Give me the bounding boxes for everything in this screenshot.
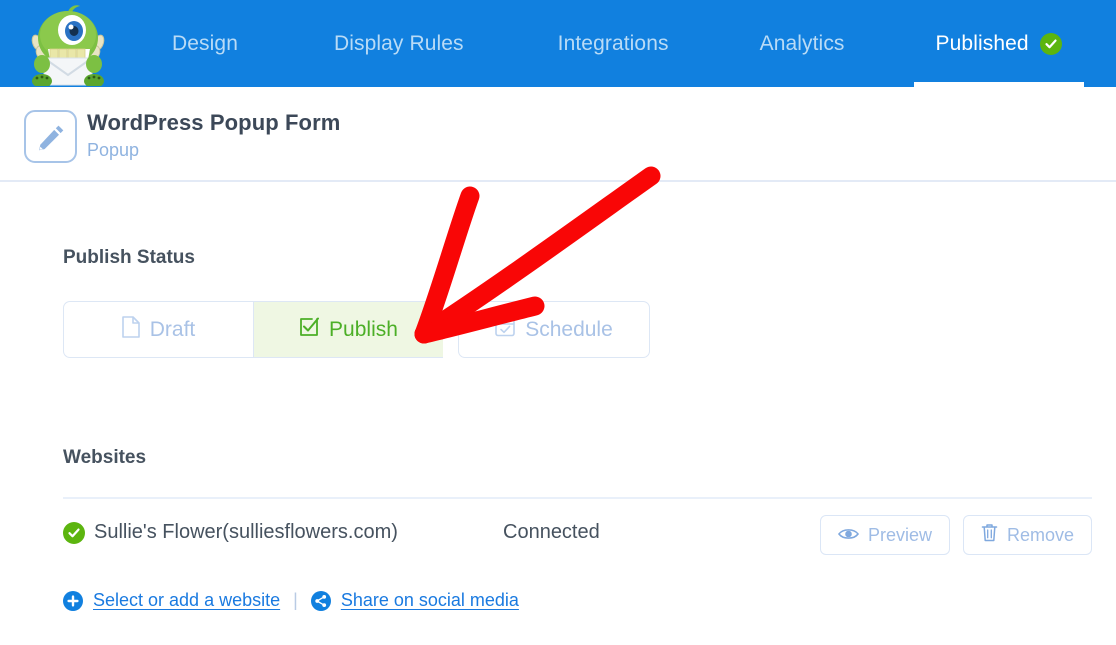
select-or-add-website-label: Select or add a website <box>93 590 280 611</box>
main-nav: Design Display Rules Integrations Analyt… <box>150 0 1084 87</box>
publish-status-option-draft[interactable]: Draft <box>63 301 253 358</box>
row-actions: Preview Remove <box>820 515 1092 555</box>
remove-button-label: Remove <box>1007 525 1074 546</box>
calendar-check-icon <box>495 316 515 343</box>
table-row: Sullie's Flower(sulliesflowers.com) Conn… <box>63 515 1092 555</box>
top-navigation-bar: Design Display Rules Integrations Analyt… <box>0 0 1116 87</box>
checked-box-icon <box>299 317 319 343</box>
website-links: Select or add a website | Share on socia… <box>63 590 519 611</box>
nav-tab-label: Design <box>172 32 238 56</box>
nav-tab-label: Published <box>936 32 1029 56</box>
share-on-social-media-link[interactable]: Share on social media <box>311 590 519 611</box>
share-circle-icon <box>311 591 331 611</box>
publish-status-option-label: Draft <box>150 318 196 342</box>
publish-status-option-label: Schedule <box>525 318 613 342</box>
status-badge: Connected <box>503 521 600 544</box>
plus-circle-icon <box>63 591 83 611</box>
document-icon <box>122 316 140 344</box>
check-circle-icon <box>1040 33 1062 55</box>
publish-status-option-schedule[interactable]: Schedule <box>458 301 650 358</box>
publish-status-segmented-control: Draft Publish <box>63 301 443 358</box>
nav-tab-integrations[interactable]: Integrations <box>536 0 691 87</box>
select-or-add-website-link[interactable]: Select or add a website <box>63 590 280 611</box>
check-circle-icon <box>63 522 85 544</box>
eye-icon <box>838 525 859 546</box>
optinmonster-monster-logo <box>22 2 114 86</box>
preview-button[interactable]: Preview <box>820 515 950 555</box>
websites-divider <box>63 497 1092 499</box>
header-divider <box>0 180 1116 182</box>
share-on-social-media-label: Share on social media <box>341 590 519 611</box>
page-subtitle: Popup <box>87 140 139 161</box>
remove-button[interactable]: Remove <box>963 515 1092 555</box>
websites-heading: Websites <box>63 447 146 469</box>
nav-tab-published[interactable]: Published <box>914 0 1084 87</box>
nav-tab-label: Integrations <box>558 32 669 56</box>
website-name: Sullie's Flower(sulliesflowers.com) <box>94 521 398 544</box>
publish-status-heading: Publish Status <box>63 247 195 269</box>
preview-button-label: Preview <box>868 525 932 546</box>
nav-tab-display-rules[interactable]: Display Rules <box>312 0 486 87</box>
publish-status-option-publish[interactable]: Publish <box>253 301 443 358</box>
link-separator: | <box>293 590 298 611</box>
pencil-icon[interactable] <box>24 110 77 163</box>
nav-tab-label: Display Rules <box>334 32 464 56</box>
nav-tab-label: Analytics <box>760 32 845 56</box>
nav-tab-design[interactable]: Design <box>150 0 260 87</box>
page-title: WordPress Popup Form <box>87 110 340 136</box>
publish-status-option-schedule-wrapper: Schedule <box>458 301 650 358</box>
trash-icon <box>981 523 998 547</box>
nav-tab-analytics[interactable]: Analytics <box>738 0 867 87</box>
publish-status-option-label: Publish <box>329 318 398 342</box>
